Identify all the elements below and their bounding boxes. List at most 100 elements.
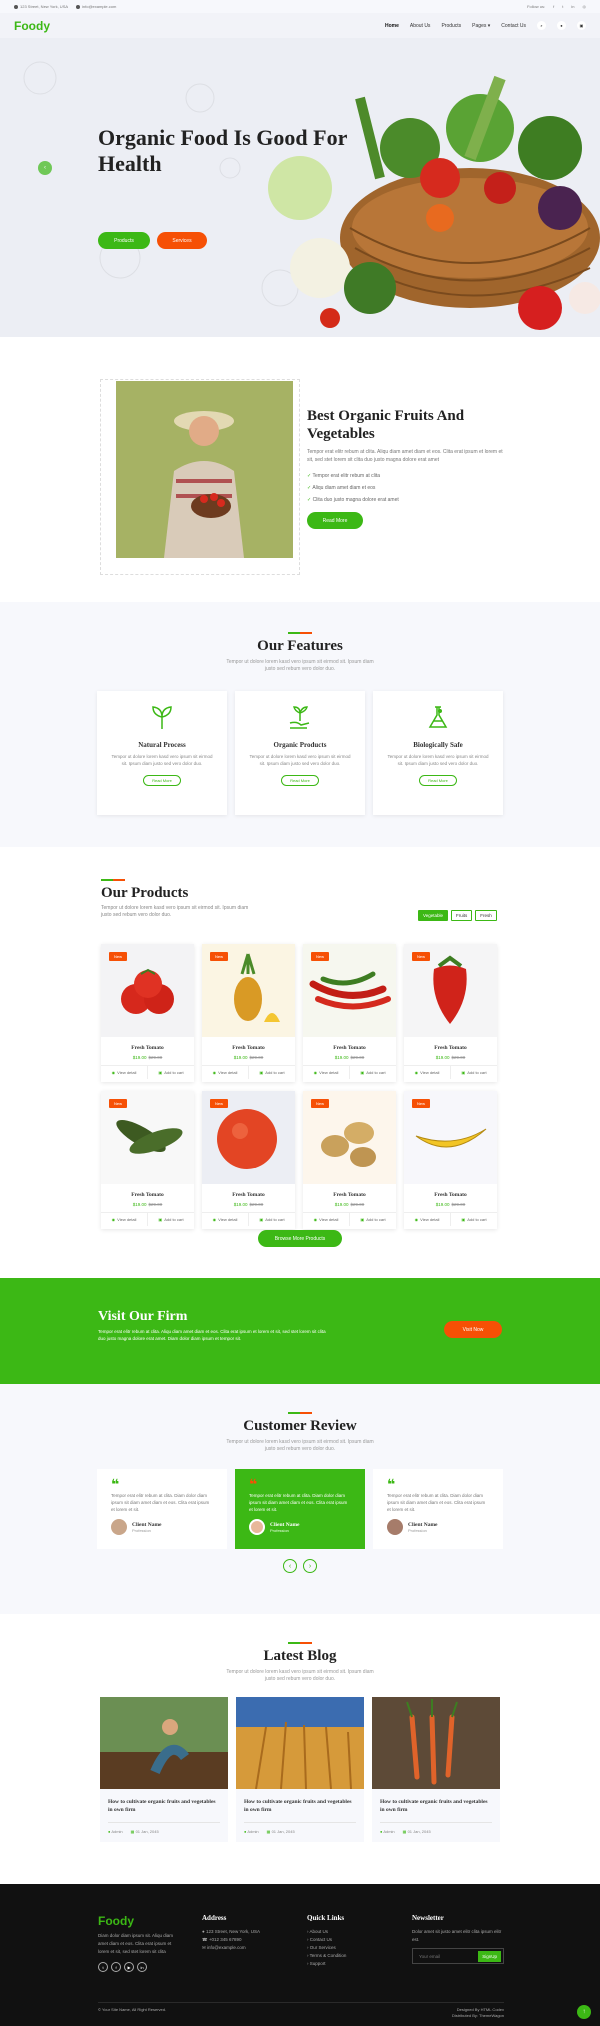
view-detail-button[interactable]: ◉ View detail bbox=[101, 1066, 147, 1079]
feature-read-more-button[interactable]: Read More bbox=[419, 774, 457, 786]
newsletter-email-input[interactable] bbox=[419, 1953, 479, 1959]
hero-services-button[interactable]: Services bbox=[157, 232, 207, 249]
product-name[interactable]: Fresh Tomato bbox=[202, 1192, 295, 1198]
product-card[interactable]: New Fresh Tomato $19.00 $29.00 ◉ View detail ▣… bbox=[101, 944, 194, 1082]
instagram-icon[interactable]: ◎ bbox=[583, 4, 587, 9]
browse-more-products-button[interactable]: Browse More Products bbox=[258, 1230, 342, 1247]
product-name[interactable]: Fresh Tomato bbox=[101, 1045, 194, 1051]
linkedin-icon[interactable]: in bbox=[571, 4, 574, 9]
feature-read-more-button[interactable]: Read More bbox=[281, 774, 319, 786]
view-detail-button[interactable]: ◉ View detail bbox=[101, 1213, 147, 1226]
product-card[interactable]: New Fresh Tomato $19.00 $29.00 ◉ View detail ▣… bbox=[202, 1091, 295, 1229]
footer-link[interactable]: › Contact Us bbox=[307, 1936, 397, 1944]
product-card[interactable]: New Fresh Tomato $19.00 $29.00 ◉ View detail ▣… bbox=[101, 1091, 194, 1229]
follow-label: Follow us: bbox=[527, 4, 546, 9]
footer-link[interactable]: › About Us bbox=[307, 1928, 397, 1936]
view-detail-button[interactable]: ◉ View detail bbox=[202, 1213, 248, 1226]
blog-post-title[interactable]: How to cultivate organic fruits and vege… bbox=[236, 1791, 364, 1818]
product-price: $19.00 $29.00 bbox=[435, 1202, 466, 1207]
hero-section: ‹ Organic Food Is Good For Health Produc… bbox=[0, 38, 600, 337]
hero-products-button[interactable]: Products bbox=[98, 232, 150, 249]
product-card[interactable]: New Fresh Tomato $19.00 $29.00 ◉ View detail ▣… bbox=[202, 944, 295, 1082]
view-detail-button[interactable]: ◉ View detail bbox=[303, 1213, 349, 1226]
facebook-icon[interactable]: f bbox=[553, 4, 554, 9]
blog-subtitle: Tempor ut dolore lorem kasd vero ipsum s… bbox=[226, 1669, 374, 1682]
products-section: Our Products Tempor ut dolore lorem kasd… bbox=[0, 847, 600, 1278]
carousel-prev-arrow[interactable]: ‹ bbox=[283, 1559, 297, 1573]
location-icon bbox=[14, 4, 18, 9]
nav-pages[interactable]: Pages ▾ bbox=[472, 23, 490, 29]
client-profession: Profession bbox=[132, 1527, 151, 1533]
about-section: Best Organic Fruits And Vegetables Tempo… bbox=[0, 337, 600, 602]
product-name[interactable]: Fresh Tomato bbox=[303, 1045, 396, 1051]
footer-link[interactable]: › Terms & Condition bbox=[307, 1952, 397, 1960]
add-to-cart-button[interactable]: ▣ Add to cart bbox=[349, 1066, 396, 1079]
view-detail-button[interactable]: ◉ View detail bbox=[404, 1213, 450, 1226]
product-name[interactable]: Fresh Tomato bbox=[303, 1192, 396, 1198]
biology-flask-icon bbox=[428, 706, 448, 728]
nav-contact[interactable]: Contact Us bbox=[501, 23, 526, 29]
add-to-cart-button[interactable]: ▣ Add to cart bbox=[248, 1066, 295, 1079]
footer-logo[interactable]: Foody bbox=[98, 1914, 183, 1928]
nav-products[interactable]: Products bbox=[441, 23, 461, 29]
add-to-cart-button[interactable]: ▣ Add to cart bbox=[147, 1213, 194, 1226]
tab-fresh[interactable]: Fresh bbox=[475, 910, 497, 921]
feature-read-more-button[interactable]: Read More bbox=[143, 774, 181, 786]
footer-links-heading: Quick Links bbox=[307, 1914, 345, 1922]
tab-fruits[interactable]: Fruits bbox=[451, 910, 473, 921]
add-to-cart-button[interactable]: ▣ Add to cart bbox=[248, 1213, 295, 1226]
nav-about[interactable]: About Us bbox=[410, 23, 431, 29]
nav-home[interactable]: Home bbox=[385, 23, 399, 29]
view-detail-button[interactable]: ◉ View detail bbox=[202, 1066, 248, 1079]
footer-link[interactable]: › Our Services bbox=[307, 1944, 397, 1952]
about-read-more-button[interactable]: Read More bbox=[307, 512, 363, 529]
youtube-icon[interactable]: ▶ bbox=[124, 1962, 134, 1973]
product-card[interactable]: New Fresh Tomato $19.00 $29.00 ◉ View detail ▣… bbox=[404, 1091, 497, 1229]
product-name[interactable]: Fresh Tomato bbox=[404, 1045, 497, 1051]
eye-icon: ◉ bbox=[111, 1070, 116, 1075]
blog-author: ● Admin bbox=[380, 1829, 395, 1835]
facebook-icon[interactable]: f bbox=[111, 1962, 121, 1973]
eye-icon: ◉ bbox=[212, 1070, 217, 1075]
quote-icon: ❝ bbox=[111, 1476, 120, 1492]
product-card[interactable]: New Fresh Tomato $19.00 $29.00 ◉ View detail ▣… bbox=[303, 944, 396, 1082]
new-badge: New bbox=[210, 952, 229, 961]
product-name[interactable]: Fresh Tomato bbox=[202, 1045, 295, 1051]
footer-link[interactable]: › Support bbox=[307, 1960, 397, 1968]
twitter-icon[interactable]: t bbox=[98, 1962, 108, 1973]
view-detail-button[interactable]: ◉ View detail bbox=[303, 1066, 349, 1079]
distributed-by: Distributed By: ThemeWagon bbox=[451, 2013, 504, 2019]
carousel-next-arrow[interactable]: › bbox=[303, 1559, 317, 1573]
search-icon[interactable]: ⌕ bbox=[537, 21, 546, 30]
cart-icon[interactable]: ▣ bbox=[577, 21, 586, 30]
product-card[interactable]: New Fresh Tomato $19.00 $29.00 ◉ View detail ▣… bbox=[303, 1091, 396, 1229]
add-to-cart-button[interactable]: ▣ Add to cart bbox=[450, 1213, 497, 1226]
cart-icon: ▣ bbox=[158, 1070, 163, 1075]
user-icon[interactable]: ● bbox=[557, 21, 566, 30]
add-to-cart-button[interactable]: ▣ Add to cart bbox=[450, 1066, 497, 1079]
product-image: New bbox=[404, 1091, 497, 1184]
brand-logo[interactable]: Foody bbox=[14, 19, 50, 33]
visit-now-button[interactable]: Visit Now bbox=[444, 1321, 502, 1338]
client-profession: Profession bbox=[270, 1527, 289, 1533]
blog-image bbox=[100, 1697, 228, 1789]
add-to-cart-button[interactable]: ▣ Add to cart bbox=[147, 1066, 194, 1079]
feature-title: Biologically Safe bbox=[413, 741, 463, 749]
review-title: Customer Review bbox=[243, 1418, 357, 1434]
tab-vegetable[interactable]: Vegetable bbox=[418, 910, 449, 921]
product-name[interactable]: Fresh Tomato bbox=[101, 1192, 194, 1198]
product-price: $19.00 $29.00 bbox=[435, 1055, 466, 1060]
add-to-cart-button[interactable]: ▣ Add to cart bbox=[349, 1213, 396, 1226]
client-name: Client Name bbox=[408, 1521, 438, 1528]
product-name[interactable]: Fresh Tomato bbox=[404, 1192, 497, 1198]
hero-prev-arrow[interactable]: ‹ bbox=[38, 161, 52, 175]
linkedin-icon[interactable]: in bbox=[137, 1962, 147, 1973]
twitter-icon[interactable]: t bbox=[562, 4, 563, 9]
back-to-top-button[interactable]: ↑ bbox=[577, 2005, 591, 2019]
product-card[interactable]: New Fresh Tomato $19.00 $29.00 ◉ View detail ▣… bbox=[404, 944, 497, 1082]
signup-button[interactable]: SignUp bbox=[478, 1950, 501, 1962]
blog-post-title[interactable]: How to cultivate organic fruits and vege… bbox=[372, 1791, 500, 1818]
view-detail-button[interactable]: ◉ View detail bbox=[404, 1066, 450, 1079]
phone-icon: ☎ bbox=[202, 1937, 209, 1943]
blog-post-title[interactable]: How to cultivate organic fruits and vege… bbox=[100, 1791, 228, 1818]
